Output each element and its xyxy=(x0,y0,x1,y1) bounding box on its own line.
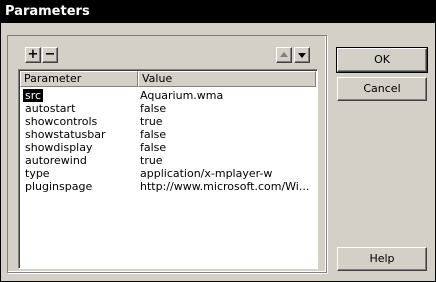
move-up-button[interactable] xyxy=(276,47,292,63)
table-row[interactable]: showstatusbar false xyxy=(21,128,317,141)
parameter-name-cell: showcontrols xyxy=(25,115,98,128)
add-parameter-button[interactable]: + xyxy=(25,47,41,63)
parameter-name-cell: type xyxy=(25,167,50,180)
parameter-value-cell: http://www.microsoft.com/Wi... xyxy=(140,180,310,193)
table-row[interactable]: showdisplay false xyxy=(21,141,317,154)
parameter-name-cell: showstatusbar xyxy=(25,128,106,141)
parameter-value-cell: Aquarium.wma xyxy=(140,89,224,102)
column-header-value[interactable]: Value xyxy=(138,71,316,87)
parameter-value-cell: true xyxy=(140,115,163,128)
table-row[interactable]: pluginspage http://www.microsoft.com/Wi.… xyxy=(21,180,317,193)
triangle-up-icon xyxy=(280,52,288,57)
remove-parameter-button[interactable]: − xyxy=(42,47,58,63)
table-row[interactable]: autostart false xyxy=(21,102,317,115)
table-row[interactable]: src Aquarium.wma xyxy=(21,89,317,102)
parameter-value-cell: true xyxy=(140,154,163,167)
parameters-table: Parameter Value src Aquarium.wma autosta… xyxy=(18,69,318,269)
parameter-value-cell: false xyxy=(140,102,167,115)
help-button[interactable]: Help xyxy=(337,247,427,271)
parameter-value-cell: application/x-mplayer-w xyxy=(140,167,273,180)
cancel-button[interactable]: Cancel xyxy=(337,77,427,101)
parameter-value-cell: false xyxy=(140,128,167,141)
table-row[interactable]: showcontrols true xyxy=(21,115,317,128)
parameter-value-cell: false xyxy=(140,141,167,154)
triangle-down-icon xyxy=(298,53,306,58)
parameters-dialog: Parameters + − Parameter Value src Aquar… xyxy=(0,0,436,282)
parameter-name-cell: autorewind xyxy=(25,154,87,167)
table-row[interactable]: autorewind true xyxy=(21,154,317,167)
parameter-name-cell: pluginspage xyxy=(25,180,93,193)
table-row[interactable]: type application/x-mplayer-w xyxy=(21,167,317,180)
column-header-parameter[interactable]: Parameter xyxy=(20,71,138,87)
dialog-title: Parameters xyxy=(1,1,435,23)
parameter-name-cell: showdisplay xyxy=(25,141,93,154)
move-down-button[interactable] xyxy=(294,47,310,63)
ok-button[interactable]: OK xyxy=(336,47,428,73)
parameter-name-cell: autostart xyxy=(25,102,76,115)
parameter-name-cell: src xyxy=(23,89,44,102)
